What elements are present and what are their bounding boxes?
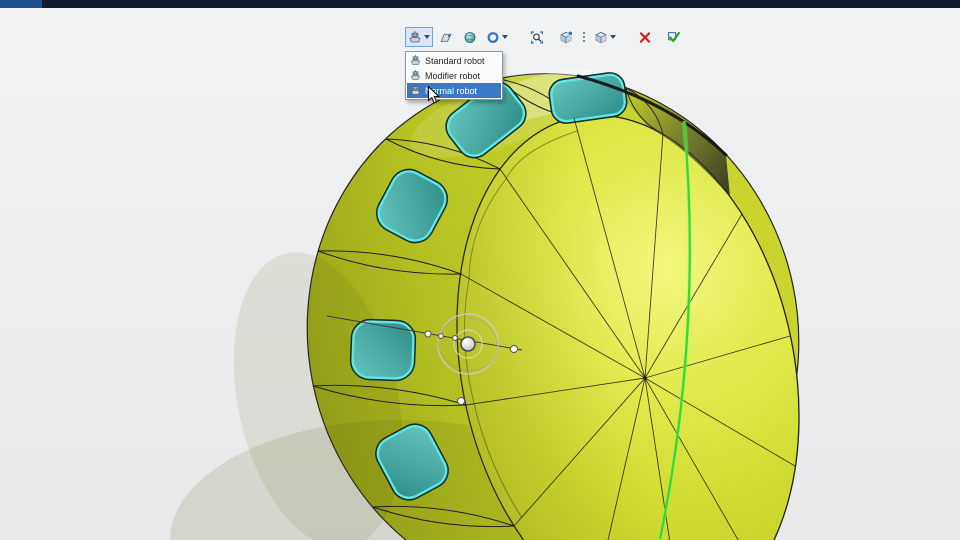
robot-icon	[410, 85, 421, 95]
red-x-icon	[639, 31, 651, 43]
cancel-button[interactable]	[634, 27, 656, 47]
floating-toolbar	[404, 26, 686, 48]
zoom-region-button[interactable]	[526, 27, 548, 47]
menu-item-label: Modifier robot	[425, 70, 481, 81]
circle-tool-button[interactable]	[483, 27, 511, 47]
zoom-region-icon	[530, 30, 544, 44]
ok-button[interactable]	[663, 27, 685, 47]
manipulator-handle[interactable]	[452, 335, 458, 341]
menu-item-standard-robot[interactable]: Standard robot	[407, 53, 501, 68]
insert-cube-button[interactable]	[555, 27, 577, 47]
circle-icon	[487, 31, 499, 43]
robot-mode-button[interactable]	[405, 27, 433, 47]
chevron-down-icon	[502, 35, 508, 39]
sphere-tool-button[interactable]	[459, 27, 481, 47]
manipulator-handle[interactable]	[509, 344, 519, 354]
manipulator-center-ball[interactable]	[460, 336, 476, 352]
view-cube-button[interactable]	[591, 27, 619, 47]
viewport-3d[interactable]: Standard robot Modifier robot Normal rob…	[0, 8, 960, 540]
toolbar-separator-dots	[583, 36, 585, 38]
menu-item-normal-robot[interactable]: Normal robot	[407, 83, 501, 98]
modify-surface-button[interactable]	[435, 27, 457, 47]
surface-icon	[440, 33, 452, 42]
chevron-down-icon	[424, 35, 430, 39]
robot-dropdown-menu: Standard robot Modifier robot Normal rob…	[405, 51, 503, 100]
manipulator-handle[interactable]	[438, 333, 444, 339]
green-check-icon	[667, 31, 680, 42]
pocket-1[interactable]	[548, 72, 628, 124]
cube-badge-icon	[559, 31, 573, 44]
title-bar	[0, 0, 960, 8]
manipulator-handle[interactable]	[456, 396, 466, 406]
robot-icon	[410, 70, 421, 80]
spoke-hub	[643, 376, 647, 380]
manipulator-handle[interactable]	[424, 330, 432, 338]
title-bar-accent	[0, 0, 42, 8]
application-window: Standard robot Modifier robot Normal rob…	[0, 0, 960, 540]
sphere-icon	[464, 31, 476, 43]
wheel-model[interactable]	[170, 28, 847, 540]
robot-icon	[410, 55, 421, 65]
cube-icon	[595, 31, 607, 43]
menu-item-label: Standard robot	[425, 55, 485, 66]
robot-icon	[409, 30, 421, 42]
chevron-down-icon	[610, 35, 616, 39]
mouse-cursor	[428, 86, 440, 104]
menu-item-modifier-robot[interactable]: Modifier robot	[407, 68, 501, 83]
